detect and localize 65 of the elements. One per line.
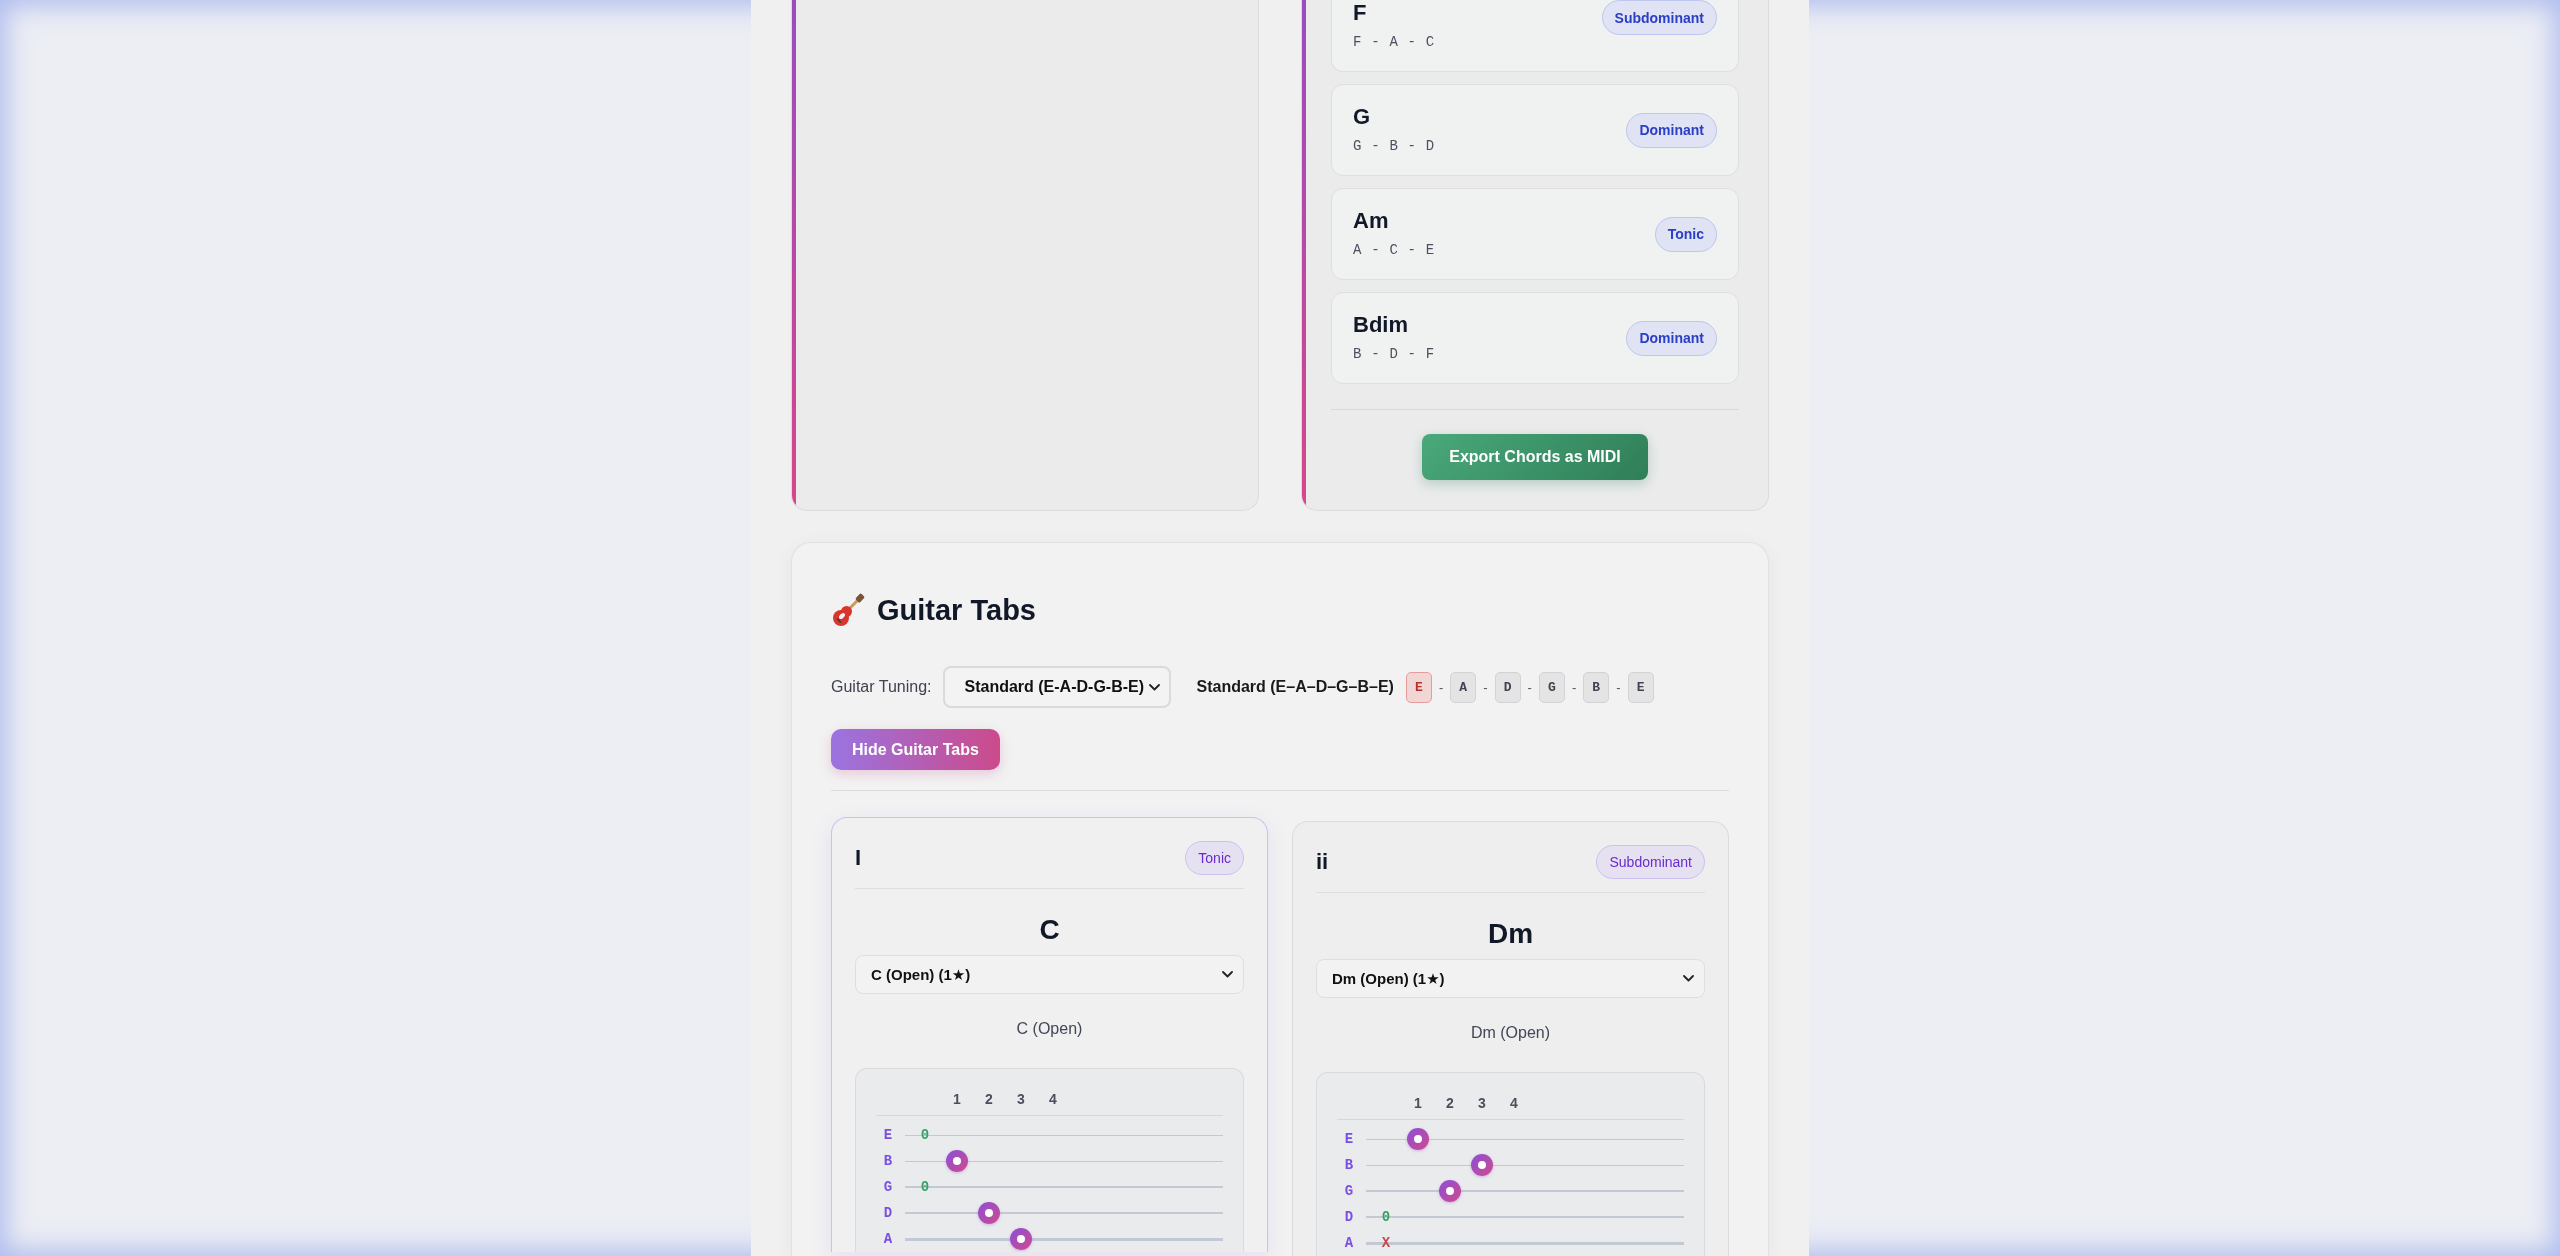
fret-number: 3: [1478, 1095, 1486, 1111]
chord-name: G: [1353, 104, 1372, 130]
tuning-note: E: [1627, 671, 1654, 703]
chord-name: Dm: [1486, 917, 1535, 951]
note-separator: -: [1616, 679, 1621, 695]
section-title: Guitar Tabs: [877, 593, 1036, 627]
note-separator: -: [1483, 679, 1488, 695]
function-badge: Tonic: [1185, 841, 1244, 875]
voicing-name: Dm (Open): [1469, 1023, 1552, 1043]
fret-number: 4: [1510, 1095, 1518, 1111]
voicing-name: C (Open): [1015, 1019, 1084, 1039]
function-badge: Subdominant: [1601, 0, 1717, 35]
fret-number: 1: [953, 1091, 961, 1107]
fret-number: 2: [1446, 1095, 1454, 1111]
function-badge: Dominant: [1626, 112, 1717, 148]
chord-notes: A - C - E: [1353, 241, 1435, 260]
function-badge: Subdominant: [1596, 845, 1705, 879]
string-name: E: [1343, 1130, 1355, 1149]
open-string-mark: 0: [1381, 1209, 1391, 1225]
chevron-down-icon: [1683, 975, 1694, 982]
roman-numeral: ii: [1316, 849, 1329, 875]
fret-number: 4: [1049, 1091, 1057, 1107]
tuning-note: E: [1405, 671, 1432, 703]
muted-string-mark: X: [1381, 1235, 1391, 1251]
open-string-mark: 0: [920, 1179, 930, 1195]
export-midi-button[interactable]: Export Chords as MIDI: [1422, 434, 1648, 480]
chord-notes: F - A - C: [1353, 33, 1435, 52]
tuning-note: D: [1494, 671, 1521, 703]
chord-name: Am: [1353, 208, 1390, 234]
chord-name: F: [1353, 0, 1368, 26]
string-name: G: [1343, 1182, 1355, 1201]
tuning-name: Standard (E–A–D–G–B–E): [1196, 678, 1394, 696]
fret-number: 3: [1017, 1091, 1025, 1107]
string-name: D: [1343, 1208, 1355, 1227]
open-string-mark: 0: [920, 1127, 930, 1143]
chord-notes: G - B - D: [1353, 137, 1435, 156]
hide-tabs-button[interactable]: Hide Guitar Tabs: [831, 729, 1000, 770]
tuning-label: Guitar Tuning:: [831, 678, 932, 696]
chevron-down-icon: [1148, 683, 1160, 691]
string-name: A: [882, 1230, 894, 1249]
voicing-select[interactable]: Dm (Open) (1★): [1316, 959, 1705, 998]
guitar-icon: [831, 593, 865, 627]
note-separator: -: [1438, 679, 1444, 695]
tuning-note: A: [1450, 671, 1477, 703]
function-badge: Dominant: [1626, 320, 1717, 356]
note-separator: -: [1571, 679, 1577, 695]
string-name: A: [1343, 1234, 1355, 1253]
string-name: D: [882, 1204, 894, 1223]
tuning-select[interactable]: Standard (E-A-D-G-B-E): [942, 666, 1171, 708]
note-separator: -: [1527, 679, 1532, 695]
string-name: E: [882, 1126, 894, 1145]
fret-number: 1: [1414, 1095, 1422, 1111]
tuning-note: B: [1583, 671, 1610, 703]
function-badge: Tonic: [1654, 216, 1717, 252]
chord-notes: B - D - F: [1353, 345, 1435, 364]
string-name: B: [1343, 1156, 1355, 1175]
fret-number: 2: [985, 1091, 993, 1107]
chord-name: Bdim: [1353, 312, 1409, 338]
string-name: G: [882, 1178, 894, 1197]
chevron-down-icon: [1222, 971, 1233, 978]
roman-numeral: I: [855, 845, 862, 871]
voicing-select[interactable]: C (Open) (1★): [855, 955, 1244, 994]
string-name: B: [882, 1152, 894, 1171]
chord-name: C: [1038, 913, 1061, 947]
tuning-note: G: [1538, 671, 1565, 703]
